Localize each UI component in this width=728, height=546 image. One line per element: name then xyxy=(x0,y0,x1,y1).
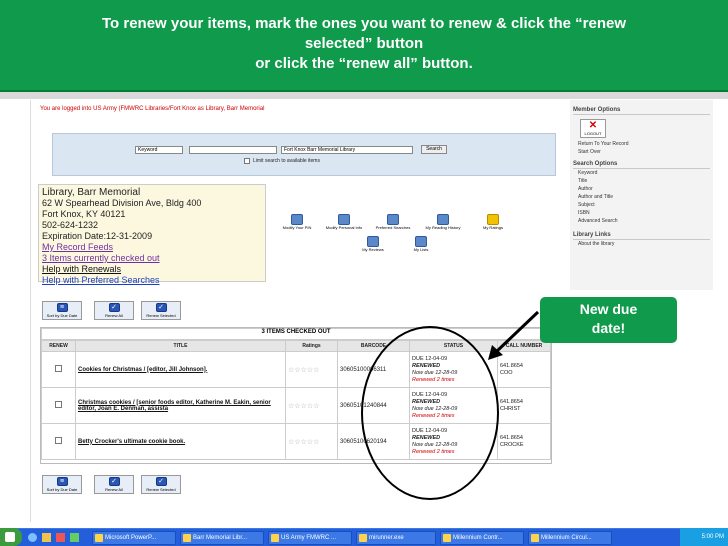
app-icon xyxy=(531,534,539,542)
taskbar-item-barr-memorial[interactable]: Barr Memorial Libr... xyxy=(180,531,264,545)
folder-icon[interactable] xyxy=(42,533,51,542)
ie-icon xyxy=(183,534,191,542)
screenshot-root: To renew your items, mark the ones you w… xyxy=(0,0,728,546)
app-icon[interactable] xyxy=(56,533,65,542)
taskbar-item-us-army[interactable]: US Army FMWRC ... xyxy=(268,531,352,545)
powerpoint-icon xyxy=(95,534,103,542)
highlight-ellipse xyxy=(361,326,499,500)
new-due-date-callout: New due date! xyxy=(540,297,677,343)
taskbar-item-mirunner[interactable]: mirunner.exe xyxy=(356,531,436,545)
system-clock[interactable]: 5:00 PM xyxy=(680,528,728,546)
callout-arrow xyxy=(494,310,540,354)
start-button[interactable] xyxy=(0,528,22,546)
annotation-overlay xyxy=(361,310,540,500)
ie-icon xyxy=(271,534,279,542)
app-icon xyxy=(443,534,451,542)
windows-logo-icon xyxy=(5,532,15,542)
taskbar-item-millennium-contr[interactable]: Millennium Contr... xyxy=(440,531,524,545)
taskbar-item-powerpoint[interactable]: Microsoft PowerP... xyxy=(92,531,176,545)
app-icon[interactable] xyxy=(70,533,79,542)
taskbar-item-millennium-circul[interactable]: Millennium Circul... xyxy=(528,531,612,545)
quick-launch-bar xyxy=(26,531,86,545)
app-icon xyxy=(359,534,367,542)
ie-icon[interactable] xyxy=(28,533,37,542)
